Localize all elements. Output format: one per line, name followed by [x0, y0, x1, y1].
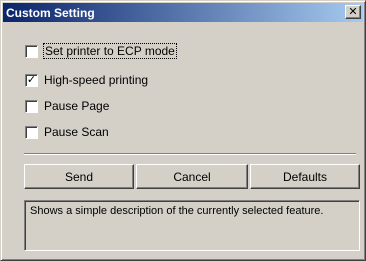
option-ecp-mode[interactable]: Set printer to ECP mode	[25, 43, 177, 59]
ecp-mode-label: Set printer to ECP mode	[43, 43, 177, 59]
ecp-mode-checkbox[interactable]	[25, 44, 38, 58]
window-title: Custom Setting	[6, 5, 95, 20]
pause-scan-label: Pause Scan	[44, 125, 109, 139]
feature-description-box: Shows a simple description of the curren…	[24, 200, 360, 251]
defaults-button[interactable]: Defaults	[250, 164, 360, 189]
close-icon: ✕	[348, 5, 358, 18]
cancel-button-label: Cancel	[173, 169, 211, 184]
high-speed-printing-label: High-speed printing	[44, 73, 149, 87]
title-bar[interactable]: Custom Setting ✕	[3, 3, 363, 22]
option-high-speed-printing[interactable]: ✓ High-speed printing	[25, 72, 148, 88]
option-pause-scan[interactable]: Pause Scan	[25, 124, 109, 140]
option-pause-page[interactable]: Pause Page	[25, 98, 109, 114]
pause-page-label: Pause Page	[44, 99, 110, 113]
high-speed-printing-checkbox[interactable]: ✓	[25, 73, 38, 87]
feature-description-text: Shows a simple description of the curren…	[30, 205, 324, 217]
close-button[interactable]: ✕	[345, 5, 361, 19]
send-button[interactable]: Send	[24, 164, 134, 189]
custom-setting-dialog: Custom Setting ✕ Set printer to ECP mode…	[0, 0, 366, 261]
send-button-label: Send	[64, 169, 94, 184]
cancel-button[interactable]: Cancel	[136, 164, 248, 189]
separator	[24, 153, 356, 155]
pause-scan-checkbox[interactable]	[25, 125, 38, 139]
defaults-button-label: Defaults	[282, 169, 328, 184]
checkmark-icon: ✓	[26, 73, 37, 86]
pause-page-checkbox[interactable]	[25, 99, 38, 113]
